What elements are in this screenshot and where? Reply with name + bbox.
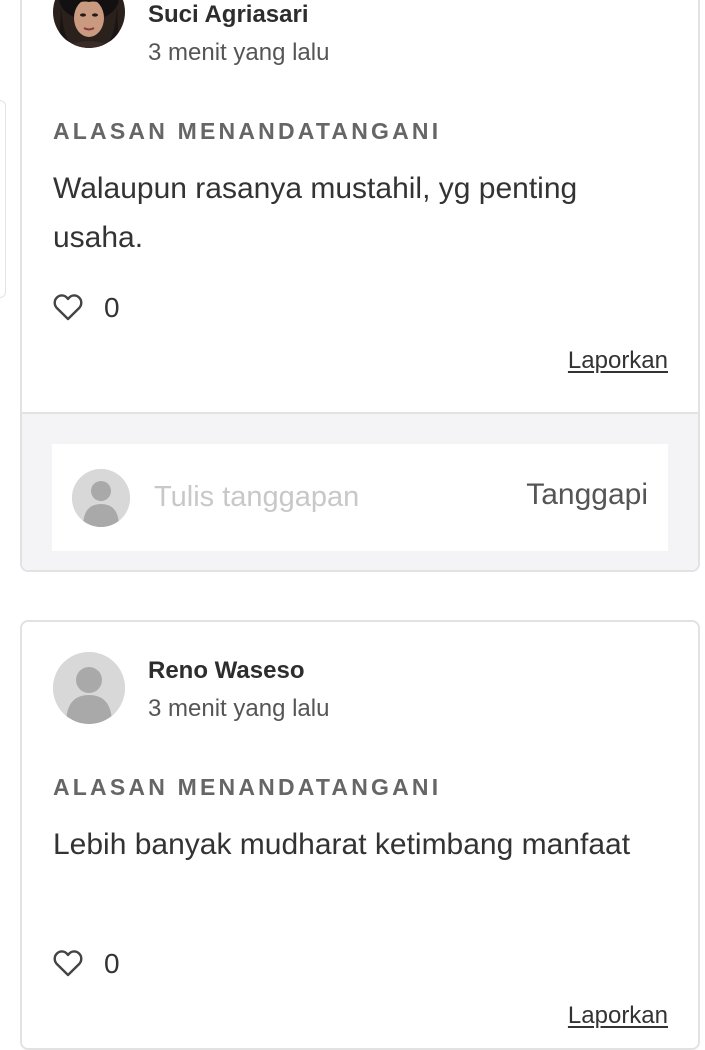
reply-section: Tulis tanggapan Tanggapi <box>22 412 698 570</box>
like-count: 0 <box>104 948 120 979</box>
background-card-edge <box>0 100 6 298</box>
comment-card: Suci Agriasari 3 menit yang lalu ALASAN … <box>20 0 700 572</box>
reply-input-placeholder[interactable]: Tulis tanggapan <box>154 481 359 514</box>
report-link[interactable]: Laporkan <box>568 1002 668 1030</box>
reason-heading: ALASAN MENANDATANGANI <box>53 118 442 144</box>
user-silhouette-icon <box>72 469 130 527</box>
report-link[interactable]: Laporkan <box>568 347 668 375</box>
user-avatar-photo[interactable] <box>53 0 125 48</box>
comment-author-name[interactable]: Reno Waseso <box>148 657 304 685</box>
comment-timestamp: 3 menit yang lalu <box>148 695 330 722</box>
reply-button[interactable]: Tanggapi <box>526 478 648 512</box>
reason-text: Lebih banyak mudharat ketimbang manfaat <box>53 828 631 861</box>
comment-card: Reno Waseso 3 menit yang lalu ALASAN MEN… <box>20 620 700 1050</box>
like-count: 0 <box>104 292 120 323</box>
reply-input-box[interactable]: Tulis tanggapan Tanggapi <box>52 444 668 551</box>
user-silhouette-icon[interactable] <box>53 652 125 724</box>
comment-timestamp: 3 menit yang lalu <box>148 39 330 66</box>
reason-text: Walaupun rasanya mustahil, yg penting us… <box>53 172 578 254</box>
heart-icon[interactable] <box>51 946 85 980</box>
heart-icon[interactable] <box>51 290 85 324</box>
comment-author-name[interactable]: Suci Agriasari <box>148 1 309 29</box>
reason-heading: ALASAN MENANDATANGANI <box>53 774 442 800</box>
